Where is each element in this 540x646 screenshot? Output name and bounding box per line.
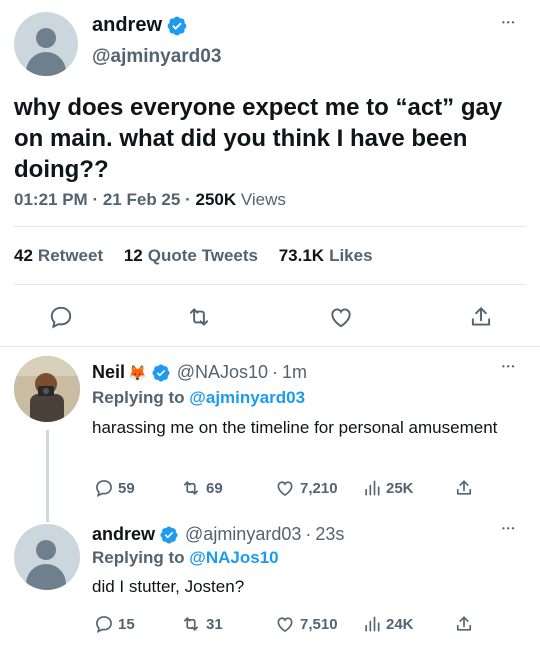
tweet-time[interactable]: 01:21 PM — [14, 190, 88, 209]
avatar[interactable] — [14, 12, 78, 76]
avatar-head-shape — [36, 28, 56, 48]
retweet-button[interactable] — [185, 304, 213, 330]
share-button[interactable] — [454, 478, 474, 498]
share-icon — [456, 616, 472, 631]
more-icon[interactable]: ••• — [502, 524, 516, 533]
like-count: 7,510 — [300, 615, 338, 633]
retweets-count[interactable]: 42 — [14, 246, 33, 265]
retweet-icon — [183, 617, 199, 631]
author-name[interactable]: Neil — [92, 362, 125, 383]
avatar[interactable] — [14, 524, 80, 590]
divider — [0, 346, 540, 347]
like-count: 7,210 — [300, 479, 338, 497]
share-button[interactable] — [454, 614, 474, 634]
views-icon — [365, 616, 380, 632]
divider — [14, 284, 526, 285]
author-name-row: andrew — [92, 14, 188, 37]
avatar[interactable] — [14, 356, 80, 422]
name-emoji: 🦊 — [128, 364, 147, 382]
reply-count: 59 — [118, 479, 135, 497]
quotes-count[interactable]: 12 — [124, 246, 143, 265]
avatar-body-shape — [26, 564, 66, 590]
reply-icon — [50, 306, 72, 329]
tweet-text: why does everyone expect me to “act” gay… — [14, 94, 503, 183]
retweets-label[interactable]: Retweet — [38, 246, 103, 265]
like-button[interactable]: 7,510 — [274, 614, 338, 634]
tweet-meta: 01:21 PM · 21 Feb 25 · 250K Views — [14, 190, 286, 210]
like-button[interactable]: 7,210 — [274, 478, 338, 498]
author-handle[interactable]: @NAJos10 — [177, 362, 268, 383]
share-icon — [456, 480, 472, 495]
author-handle[interactable]: @ajminyard03 — [185, 524, 301, 545]
reply-time[interactable]: 23s — [315, 524, 344, 545]
heart-icon — [331, 308, 351, 328]
reply-time[interactable]: 1m — [282, 362, 307, 383]
retweet-count: 31 — [206, 615, 223, 633]
reply-button[interactable]: 59 — [94, 478, 135, 498]
separator-dot: · — [185, 190, 191, 209]
replying-to-label: Replying to — [92, 388, 185, 407]
replying-to-label: Replying to — [92, 548, 185, 567]
reply-icon — [96, 616, 112, 634]
heart-icon — [277, 617, 293, 633]
author-name[interactable]: andrew — [92, 524, 155, 545]
views-count: 24K — [386, 615, 414, 633]
reply-header: andrew @ajminyard03 · 23s — [92, 524, 344, 545]
retweet-button[interactable]: 31 — [180, 614, 223, 634]
replying-to: Replying to @NAJos10 — [92, 548, 279, 568]
replying-to-link[interactable]: @ajminyard03 — [189, 388, 305, 407]
verified-badge-icon — [160, 525, 178, 544]
engagement-stats: 42 Retweet 12 Quote Tweets 73.1K Likes — [14, 246, 389, 266]
separator-dot: · — [92, 190, 99, 209]
likes-label[interactable]: Likes — [329, 246, 372, 265]
like-button[interactable] — [327, 304, 355, 330]
replying-to-link[interactable]: @NAJos10 — [189, 548, 278, 567]
reply-text: harassing me on the timeline for persona… — [92, 418, 498, 437]
verified-badge-icon — [167, 16, 187, 35]
reply-button[interactable] — [48, 304, 74, 330]
views-button[interactable]: 25K — [362, 478, 414, 498]
reply-count: 15 — [118, 615, 135, 633]
quotes-label[interactable]: Quote Tweets — [148, 246, 258, 265]
retweet-icon — [183, 481, 199, 495]
more-icon[interactable]: ••• — [502, 362, 516, 371]
replying-to: Replying to @ajminyard03 — [92, 388, 305, 408]
views-icon — [365, 480, 380, 496]
reply-header: Neil 🦊 @NAJos10 · 1m — [92, 362, 307, 383]
tweet-date[interactable]: 21 Feb 25 — [103, 190, 181, 209]
share-icon — [471, 307, 491, 326]
share-button[interactable] — [468, 304, 494, 330]
divider — [14, 226, 526, 227]
author-handle-row: @ajminyard03 — [92, 46, 221, 68]
separator-dot: · — [272, 362, 279, 382]
reply-text: did I stutter, Josten? — [92, 577, 245, 596]
reply-button[interactable]: 15 — [94, 614, 135, 634]
avatar-body-shape — [26, 52, 66, 76]
author-handle[interactable]: @ajminyard03 — [92, 46, 221, 68]
views-label: Views — [240, 190, 286, 209]
views-count: 25K — [386, 479, 414, 497]
heart-icon — [277, 481, 293, 497]
likes-count[interactable]: 73.1K — [279, 246, 324, 265]
avatar-photo-icon — [14, 356, 80, 422]
retweet-icon — [189, 308, 209, 326]
verified-badge-icon — [152, 363, 170, 382]
retweet-count: 69 — [206, 479, 223, 497]
more-icon[interactable]: ••• — [502, 18, 516, 27]
author-name[interactable]: andrew — [92, 14, 162, 37]
retweet-button[interactable]: 69 — [180, 478, 223, 498]
thread-line — [46, 430, 49, 522]
views-count: 250K — [195, 190, 237, 209]
avatar-head-shape — [36, 540, 56, 560]
reply-icon — [96, 480, 112, 498]
views-button[interactable]: 24K — [362, 614, 414, 634]
separator-dot: · — [305, 524, 312, 544]
